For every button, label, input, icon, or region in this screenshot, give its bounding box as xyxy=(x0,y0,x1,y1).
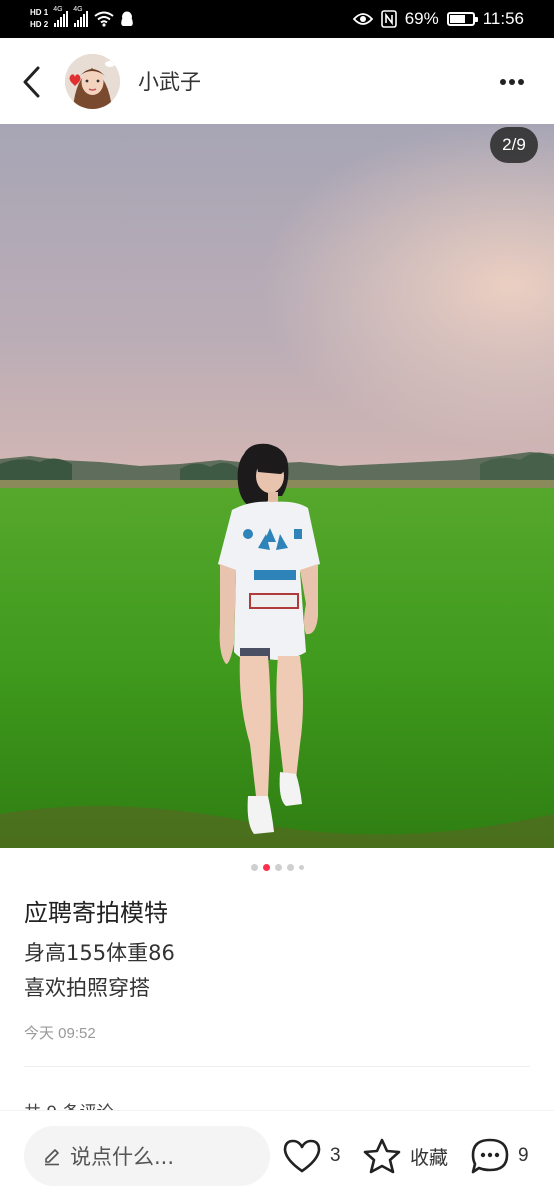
chevron-left-icon xyxy=(23,66,40,98)
status-bar: HD 1 HD 2 4G 4G 69% 11:56 xyxy=(0,0,554,38)
hd1-label: HD 1 xyxy=(30,8,49,17)
more-button[interactable] xyxy=(496,68,528,96)
clock: 11:56 xyxy=(482,9,524,28)
carousel-indicator xyxy=(0,862,554,872)
network-label-1: 4G xyxy=(53,6,63,13)
post-photo[interactable] xyxy=(0,124,554,848)
battery-percent: 69% xyxy=(404,9,439,28)
username[interactable]: 小武子 xyxy=(138,66,201,96)
hd2-label: HD 2 xyxy=(30,20,49,29)
wifi-icon xyxy=(94,11,114,27)
qq-icon xyxy=(121,11,134,26)
like-button[interactable]: 3 xyxy=(282,1135,341,1177)
nfc-icon xyxy=(380,10,397,28)
collect-label: 收藏 xyxy=(410,1147,449,1169)
collect-button[interactable]: 收藏 xyxy=(362,1135,448,1177)
carousel-dot xyxy=(274,863,282,871)
avatar[interactable] xyxy=(65,54,120,109)
carousel-dot xyxy=(286,863,294,871)
eye-icon xyxy=(352,13,373,25)
comment-count: 9 xyxy=(518,1145,529,1166)
status-left: HD 1 HD 2 4G 4G xyxy=(30,4,134,34)
post-body: 身高155体重86 喜欢拍照穿搭 xyxy=(24,936,175,1006)
comment-button[interactable]: 9 xyxy=(470,1135,529,1177)
star-icon xyxy=(363,1138,401,1174)
post-header: 小武子 xyxy=(0,38,554,124)
pencil-icon xyxy=(45,1149,59,1166)
signal-icon: 4G xyxy=(73,6,89,27)
more-dots-icon xyxy=(500,79,524,85)
post-line-2: 喜欢拍照穿搭 xyxy=(24,976,150,1000)
heart-icon xyxy=(283,1139,321,1173)
post-time: 今天 09:52 xyxy=(24,1025,96,1042)
divider xyxy=(24,1066,530,1067)
bottom-action-bar: 说点什么... 3 收藏 9 xyxy=(0,1110,554,1200)
page-counter: 2/9 xyxy=(490,127,538,163)
comment-placeholder: 说点什么... xyxy=(70,1145,175,1169)
comment-input[interactable]: 说点什么... xyxy=(24,1126,270,1186)
comment-bubble-icon xyxy=(471,1138,509,1174)
post-line-1: 身高155体重86 xyxy=(24,941,175,965)
status-right: 69% 11:56 xyxy=(352,4,524,34)
signal-icon: 4G xyxy=(53,6,69,27)
hd-indicators: HD 1 HD 2 xyxy=(30,8,48,30)
network-label-2: 4G xyxy=(73,6,83,13)
carousel-dot xyxy=(262,863,270,871)
battery-fill xyxy=(449,15,465,23)
carousel-dot xyxy=(298,864,304,870)
like-count: 3 xyxy=(330,1145,341,1166)
carousel-dot xyxy=(250,863,258,871)
post-title: 应聘寄拍模特 xyxy=(24,899,168,927)
battery-icon xyxy=(446,12,478,26)
back-button[interactable] xyxy=(14,62,50,102)
